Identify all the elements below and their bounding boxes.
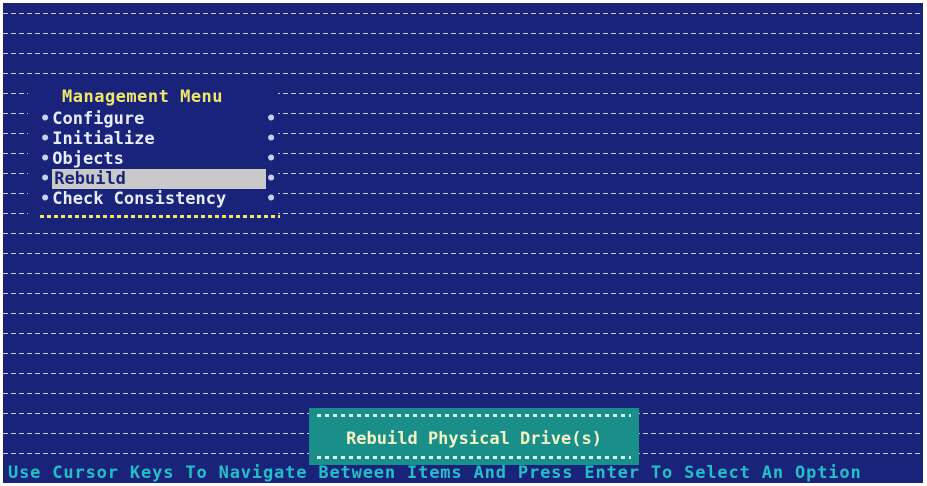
menu-bottom-border xyxy=(40,215,280,218)
menu-item-label: Rebuild xyxy=(52,169,267,189)
menu-item-label: Initialize xyxy=(52,129,155,149)
menu-item-initialize[interactable]: • Initialize • xyxy=(40,129,276,149)
dot-icon: • xyxy=(266,129,277,149)
dot-icon: • xyxy=(266,109,277,129)
dot-icon: • xyxy=(266,149,277,169)
rebuild-dialog: Rebuild Physical Drive(s) xyxy=(309,408,639,466)
menu-item-label: Check Consistency xyxy=(52,189,227,209)
status-hint: Use Cursor Keys To Navigate Between Item… xyxy=(8,463,862,483)
menu-item-check-consistency[interactable]: • Check Consistency • xyxy=(40,189,276,209)
menu-title: Management Menu xyxy=(62,87,223,107)
bullet-icon: • xyxy=(40,149,51,169)
bullet-icon: • xyxy=(40,129,51,149)
dialog-text: Rebuild Physical Drive(s) xyxy=(346,429,602,449)
menu-item-rebuild[interactable]: • Rebuild • xyxy=(40,169,276,189)
menu-title-label: Management Menu xyxy=(62,87,224,107)
bullet-icon: • xyxy=(40,189,51,209)
dot-icon: • xyxy=(266,189,277,209)
dot-icon: • xyxy=(266,169,277,189)
bios-screen: Management Menu • Configure • • Initialize… xyxy=(3,3,923,483)
bullet-icon: • xyxy=(40,169,51,189)
dialog-bottom-border xyxy=(317,456,631,459)
dialog-top-border xyxy=(317,414,631,417)
bullet-icon: • xyxy=(40,109,51,129)
status-bar: Use Cursor Keys To Navigate Between Item… xyxy=(3,463,923,483)
menu-item-label: Objects xyxy=(52,149,124,169)
menu-item-label: Configure xyxy=(52,109,145,129)
management-menu: Management Menu • Configure • • Initialize… xyxy=(28,87,280,223)
menu-item-objects[interactable]: • Objects • xyxy=(40,149,276,169)
menu-item-configure[interactable]: • Configure • xyxy=(40,109,276,129)
